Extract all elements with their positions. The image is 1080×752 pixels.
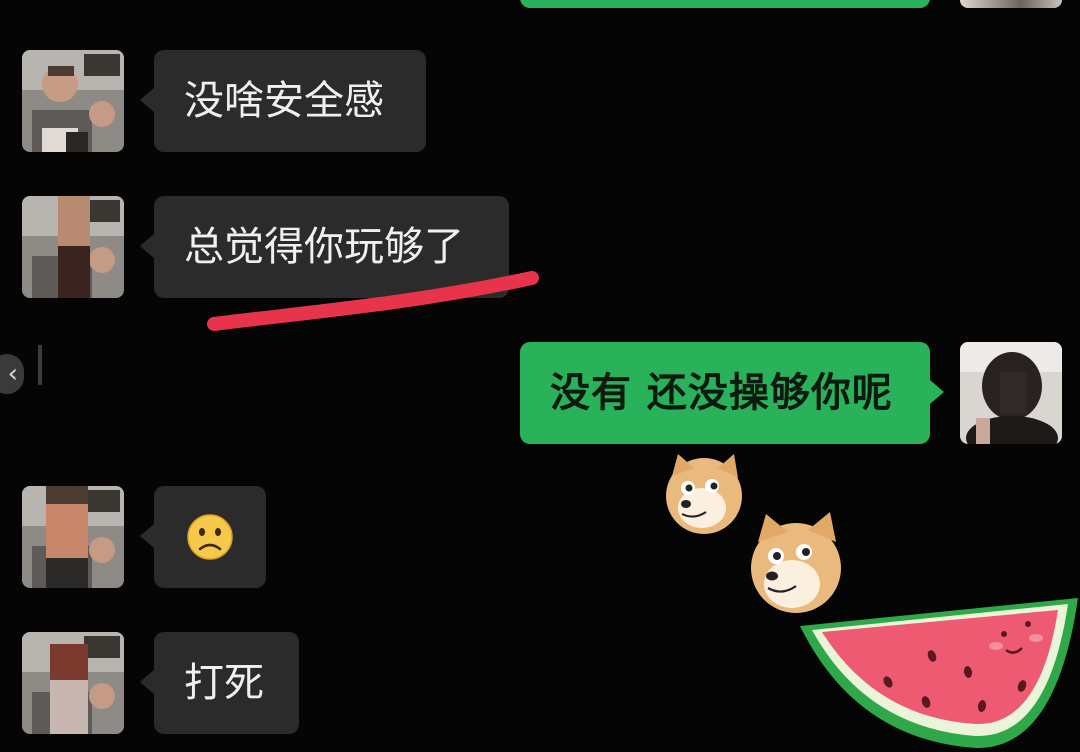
message-text: 打死 (184, 660, 264, 706)
message-bubble[interactable]: 没啥安全感 (140, 50, 426, 152)
previous-message-bubble[interactable] (520, 0, 930, 8)
back-icon: ‹ (7, 359, 18, 389)
my-message-bubble[interactable]: 没有 还没操够你呢 (520, 342, 944, 444)
divider-bar (38, 345, 42, 385)
message-bubble[interactable]: 打死 (140, 632, 299, 734)
contact-avatar[interactable] (22, 196, 124, 298)
message-bubble[interactable] (140, 486, 266, 588)
message-text: 没啥安全感 (184, 78, 384, 124)
my-avatar[interactable] (960, 342, 1062, 444)
my-avatar-partial[interactable] (960, 0, 1062, 8)
contact-avatar[interactable] (22, 486, 124, 588)
watermelon-sticker (800, 598, 1078, 749)
contact-avatar[interactable] (22, 50, 124, 152)
back-button[interactable]: ‹ (0, 354, 24, 394)
red-underline-annotation (207, 271, 539, 331)
sad-face-emoji-icon (187, 514, 233, 560)
doge-sticker (666, 454, 742, 534)
message-text: 没有 还没操够你呢 (550, 370, 893, 416)
chat-screen: 没啥安全感 总觉得你玩够了 ‹ 没有 还没操够你呢 打死 (0, 0, 1080, 752)
contact-avatar[interactable] (22, 632, 124, 734)
